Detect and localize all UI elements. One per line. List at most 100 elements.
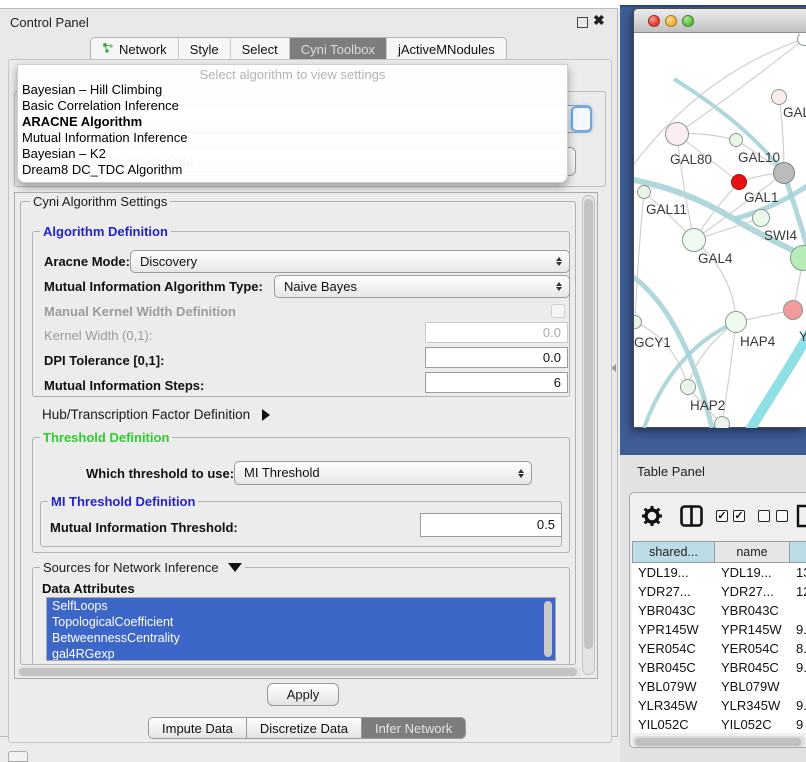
tab-infer-network[interactable]: Infer Network — [362, 718, 465, 738]
manual-kernel-checkbox[interactable] — [551, 304, 565, 318]
algorithm-option[interactable]: Bayesian – Hill Climbing — [18, 82, 567, 98]
partial-doc-icon[interactable] — [796, 503, 806, 529]
algorithm-option[interactable]: Dream8 DC_TDC Algorithm — [18, 162, 567, 178]
stepper-arrows-icon — [518, 462, 524, 484]
network-node-gal1[interactable] — [731, 174, 747, 190]
attribute-item-selected[interactable]: gal4RGexp — [47, 646, 555, 661]
table-row[interactable]: YBL079WYBL079W — [632, 677, 806, 696]
tab-impute-data[interactable]: Impute Data — [149, 718, 247, 738]
mac-minimize-button[interactable] — [665, 15, 677, 27]
network-node[interactable] — [752, 209, 770, 227]
list-scrollbar[interactable] — [544, 601, 552, 657]
tab-style[interactable]: Style — [179, 38, 231, 60]
attribute-item-selected[interactable]: TopologicalCoefficient — [47, 614, 555, 630]
algorithm-option[interactable]: Bayesian – K2 — [18, 146, 567, 162]
network-node-gal80[interactable] — [665, 122, 689, 146]
mi-type-label: Mutual Information Algorithm Type: — [44, 279, 263, 294]
columns-icon[interactable] — [680, 505, 703, 527]
table-row[interactable]: YDL19...YDL19...13 — [632, 563, 806, 582]
float-window-icon[interactable] — [577, 17, 588, 28]
mi-steps-field[interactable]: 6 — [425, 372, 568, 393]
checked-box-icon[interactable]: ✓ — [733, 510, 745, 522]
tab-label: Select — [242, 42, 278, 57]
hub-tf-definition-label: Hub/Transcription Factor Definition — [42, 407, 250, 422]
algorithm-option[interactable]: Basic Correlation Inference — [18, 98, 567, 114]
table-row[interactable]: YER054CYER054C8. — [632, 639, 806, 658]
network-node-gal4[interactable] — [682, 228, 706, 252]
hub-tf-definition-toggle[interactable]: Hub/Transcription Factor Definition — [42, 407, 270, 422]
mi-threshold-field[interactable]: 0.5 — [420, 513, 562, 537]
table-cell: YLR345W — [632, 696, 715, 715]
tab-select[interactable]: Select — [231, 38, 290, 60]
data-attributes-list[interactable]: SelfLoopsTopologicalCoefficientBetweenne… — [46, 597, 556, 661]
algorithm-definition-title: Algorithm Definition — [40, 224, 171, 239]
data-attributes-label: Data Attributes — [42, 581, 135, 596]
node-label: GAL4 — [698, 251, 733, 266]
algorithm-option[interactable]: Mutual Information Inference — [18, 130, 567, 146]
column-header-shared[interactable]: shared... — [632, 541, 715, 563]
sources-title-toggle[interactable]: Sources for Network Inference — [40, 560, 245, 575]
table-row[interactable]: YLR345WYLR345W9. — [632, 696, 806, 715]
stepper-arrows-icon — [556, 251, 562, 272]
mi-steps-label: Mutual Information Steps: — [44, 378, 204, 393]
network-node-gal[interactable] — [771, 89, 787, 105]
network-canvas[interactable]: GALGAL80GAL10GAL1GAL11GAL4SWI4GCY1HAP4YH… — [634, 34, 806, 428]
table-row[interactable]: YBR045CYBR045C9. — [632, 658, 806, 677]
tab-label: Style — [190, 42, 219, 57]
unchecked-box-icon[interactable] — [776, 510, 788, 522]
tab-jactivemnodules[interactable]: jActiveMNodules — [387, 38, 506, 60]
gear-icon[interactable] — [641, 505, 663, 527]
tab-cyni-toolbox[interactable]: Cyni Toolbox — [290, 38, 387, 60]
network-node-y[interactable] — [783, 300, 803, 320]
aracne-mode-combo[interactable]: Discovery — [130, 250, 570, 273]
table-row[interactable]: YIL052CYIL052C9 — [632, 715, 806, 733]
combo-stepper-icon[interactable] — [571, 106, 592, 132]
mi-type-combo[interactable]: Naive Bayes — [274, 275, 570, 298]
bottom-left-partial-button[interactable] — [8, 751, 28, 762]
table-cell: YBR043C — [715, 601, 790, 620]
tab-discretize-data[interactable]: Discretize Data — [247, 718, 362, 738]
network-node[interactable] — [797, 34, 806, 46]
table-cell: 12 — [790, 582, 806, 601]
cyni-algorithm-settings-title: Cyni Algorithm Settings — [30, 194, 170, 209]
settings-horizontal-scrollbar-thumb[interactable] — [19, 668, 577, 676]
table-row[interactable]: YBR043CYBR043C — [632, 601, 806, 620]
network-node[interactable] — [773, 162, 795, 184]
table-cell: 9. — [790, 620, 806, 639]
network-node-hap4[interactable] — [725, 311, 747, 333]
table-cell: YIL052C — [632, 715, 715, 733]
network-node-hap2[interactable] — [680, 379, 696, 395]
chevron-right-icon — [262, 409, 270, 421]
table-panel-card: ✓ ✓ shared...name YDL19...YDL19...13YDR2… — [629, 492, 806, 748]
algorithm-option[interactable]: ARACNE Algorithm — [18, 114, 567, 130]
column-header-name[interactable]: name — [715, 541, 790, 563]
column-header[interactable] — [790, 541, 806, 563]
mi-threshold-title: MI Threshold Definition — [48, 494, 198, 509]
checked-box-icon[interactable]: ✓ — [716, 510, 728, 522]
table-cell: YDL19... — [715, 563, 790, 582]
attribute-item-selected[interactable]: SelfLoops — [47, 598, 555, 614]
apply-button[interactable]: Apply — [267, 683, 339, 706]
table-cell: YDL19... — [632, 563, 715, 582]
network-node-gal10[interactable] — [729, 133, 743, 147]
network-node[interactable] — [714, 416, 730, 428]
close-icon[interactable]: ✖ — [593, 12, 605, 29]
panel-splitter-collapse-icon[interactable] — [611, 364, 616, 372]
table-row[interactable]: YPR145WYPR145W9. — [632, 620, 806, 639]
kernel-width-field[interactable]: 0.0 — [425, 322, 568, 343]
node-label: GAL11 — [646, 202, 687, 217]
tab-network[interactable]: Network — [91, 38, 179, 60]
mac-close-button[interactable] — [648, 15, 660, 27]
which-threshold-combo[interactable]: MI Threshold — [234, 461, 532, 485]
dpi-tolerance-field[interactable]: 0.0 — [425, 347, 568, 368]
mac-zoom-button[interactable] — [682, 15, 694, 27]
table-horizontal-scrollbar-thumb[interactable] — [635, 738, 801, 746]
attribute-item-selected[interactable]: BetweennessCentrality — [47, 630, 555, 646]
network-node-gal11[interactable] — [637, 185, 651, 199]
settings-vertical-scrollbar-thumb[interactable] — [584, 199, 593, 649]
mi-threshold-label: Mutual Information Threshold: — [50, 520, 238, 535]
table-cell: YER054C — [632, 639, 715, 658]
table-row[interactable]: YDR27...YDR27...12 — [632, 582, 806, 601]
unchecked-box-icon[interactable] — [758, 510, 770, 522]
node-label: SWI4 — [764, 228, 797, 243]
